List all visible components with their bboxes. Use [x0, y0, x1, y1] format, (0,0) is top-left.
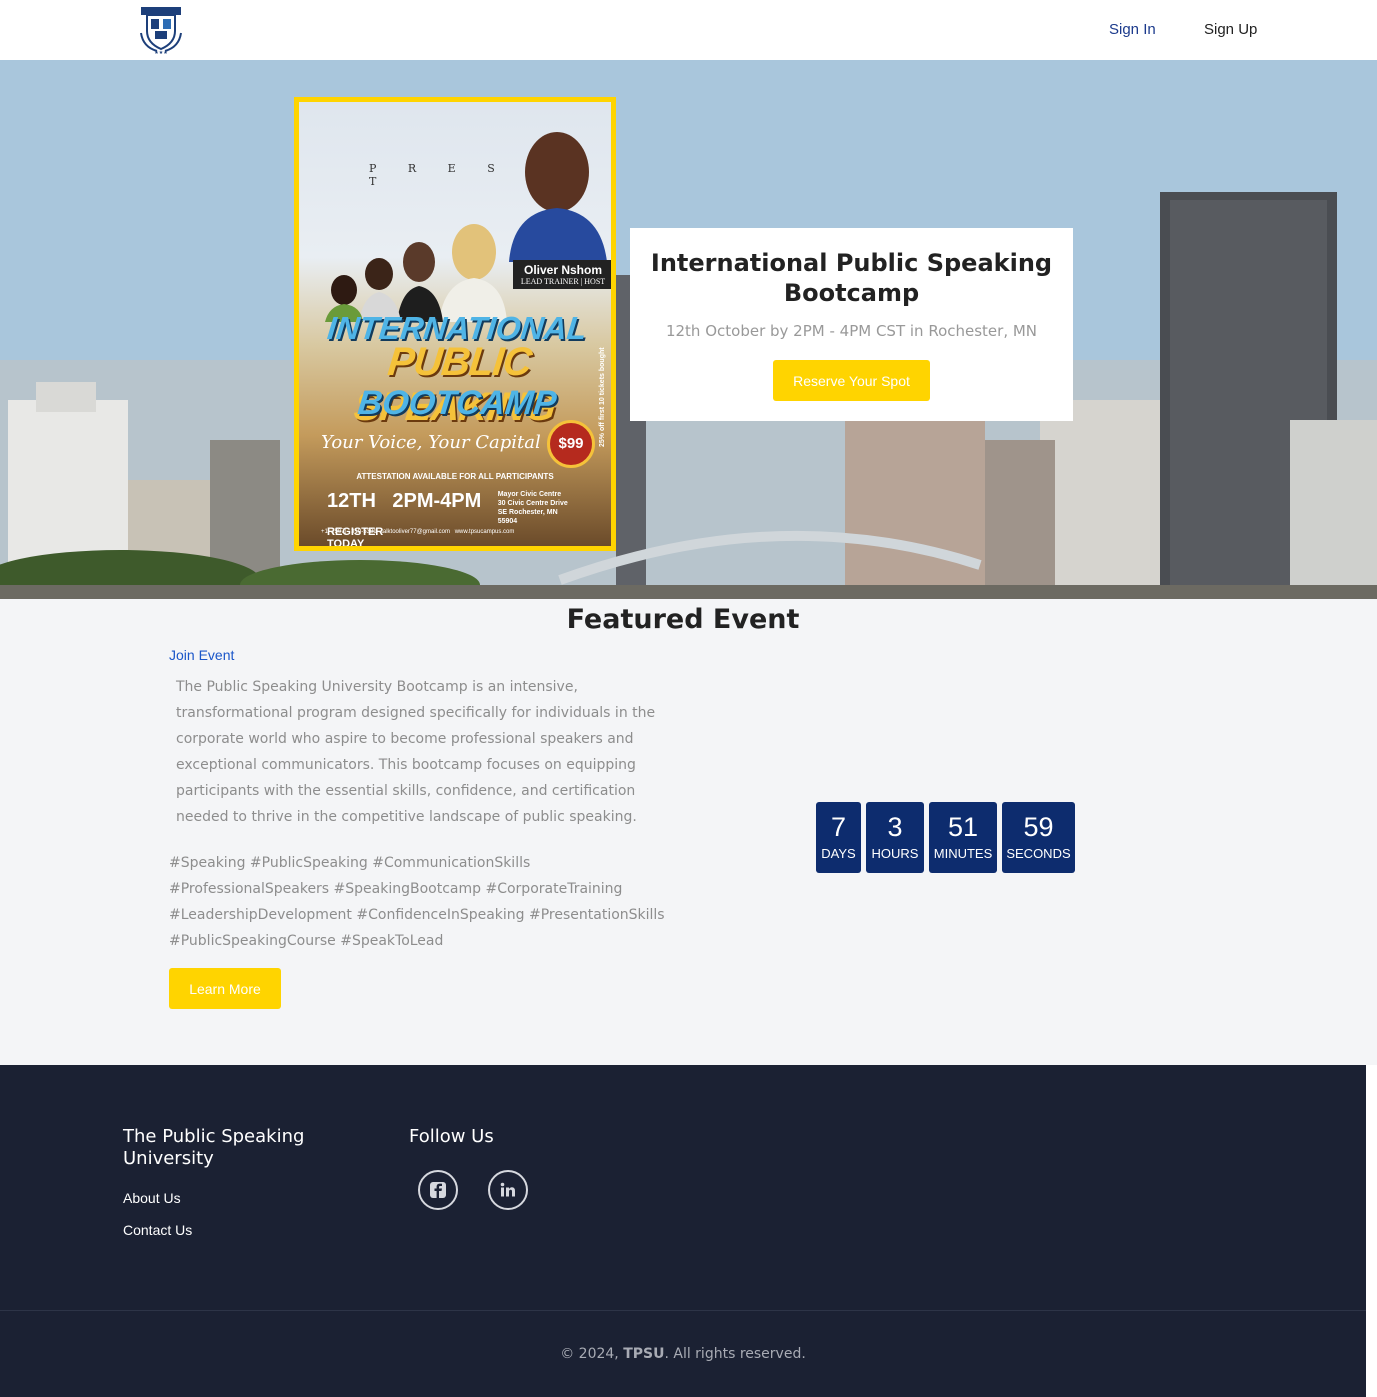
contact-us-link[interactable]: Contact Us — [123, 1222, 192, 1238]
poster-price-badge: $99 — [547, 420, 595, 468]
poster-date: 12TH — [327, 490, 376, 512]
poster-title-line-3: BOOTCAMP — [355, 384, 559, 422]
poster-website: www.tpsucampus.com — [454, 529, 515, 535]
site-footer: The Public Speaking University About Us … — [0, 1065, 1366, 1397]
countdown-seconds-label: SECONDS — [1006, 846, 1071, 861]
countdown-minutes: 51 MINUTES — [929, 802, 997, 873]
poster-email: talktooliver77@gmail.com — [381, 529, 451, 535]
countdown-days-label: DAYS — [821, 846, 856, 861]
poster-attestation: ATTESTATION AVAILABLE FOR ALL PARTICIPAN… — [356, 472, 554, 481]
sign-in-link[interactable]: Sign In — [1109, 21, 1156, 38]
poster-guest-speakers — [325, 224, 507, 322]
top-navbar: ★★★ Sign In Sign Up — [0, 0, 1377, 60]
svg-text:★★★: ★★★ — [154, 50, 168, 55]
event-title: International Public Speaking Bootcamp — [650, 249, 1053, 307]
poster-details-row: 12TH 2PM-4PM Mayor Civic Centre 30 Civic… — [327, 490, 611, 546]
learn-more-button[interactable]: Learn More — [169, 968, 281, 1009]
poster-tagline: Your Voice, Your Capital — [321, 432, 541, 453]
join-event-link[interactable]: Join Event — [169, 647, 234, 663]
copyright-prefix: © 2024, — [560, 1346, 624, 1362]
countdown-days: 7 DAYS — [816, 802, 861, 873]
countdown-hours-value: 3 — [887, 812, 903, 842]
countdown-days-value: 7 — [830, 812, 847, 842]
facebook-icon[interactable] — [418, 1170, 458, 1210]
poster-contact-line: +1 (507) 319-5381 talktooliver77@gmail.c… — [321, 529, 514, 535]
follow-us-heading: Follow Us — [409, 1126, 494, 1147]
reserve-spot-button[interactable]: Reserve Your Spot — [773, 360, 930, 401]
poster-phone: +1 (507) 319-5381 — [321, 529, 377, 535]
linkedin-icon[interactable] — [488, 1170, 528, 1210]
university-crest-icon[interactable]: ★★★ — [135, 3, 187, 56]
event-poster-image: P R E S E N T Oliver Nshom LEAD TRAINER … — [294, 97, 616, 551]
copyright-text: © 2024, TPSU. All rights reserved. — [0, 1346, 1366, 1362]
hero-banner: P R E S E N T Oliver Nshom LEAD TRAINER … — [0, 60, 1377, 599]
countdown-minutes-value: 51 — [947, 812, 979, 842]
copyright-brand: TPSU — [623, 1346, 665, 1362]
page-edge-strip — [1366, 1065, 1377, 1397]
event-description: The Public Speaking University Bootcamp … — [176, 679, 656, 825]
copyright-suffix: . All rights reserved. — [664, 1346, 806, 1362]
poster-host-name: Oliver Nshom — [523, 263, 603, 277]
countdown-hours: 3 HOURS — [866, 802, 924, 873]
poster-host-role: LEAD TRAINER | HOST — [520, 277, 606, 286]
countdown-seconds: 59 SECONDS — [1002, 802, 1075, 873]
event-hashtags: #Speaking #PublicSpeaking #Communication… — [169, 855, 665, 949]
about-us-link[interactable]: About Us — [123, 1190, 181, 1206]
poster-host-badge: Oliver Nshom LEAD TRAINER | HOST — [513, 260, 611, 289]
poster-speaker-portrait — [509, 132, 607, 262]
event-date: 12th October by 2PM - 4PM CST in Rochest… — [665, 322, 1038, 340]
hero-event-card: International Public Speaking Bootcamp 1… — [630, 228, 1073, 421]
footer-brand: The Public Speaking University — [123, 1126, 305, 1169]
countdown-timer: 7 DAYS 3 HOURS 51 MINUTES 59 SECONDS — [816, 802, 1075, 873]
countdown-seconds-value: 59 — [1023, 812, 1054, 842]
sign-up-link[interactable]: Sign Up — [1204, 21, 1257, 38]
poster-time: 2PM-4PM — [392, 490, 482, 512]
featured-event-heading: Featured Event — [566, 604, 800, 635]
poster-side-note: 25% off first 10 tickets bought — [599, 347, 606, 447]
countdown-hours-label: HOURS — [871, 846, 919, 861]
countdown-minutes-label: MINUTES — [933, 846, 993, 861]
poster-venue: Mayor Civic Centre 30 Civic Centre Drive… — [497, 491, 568, 525]
footer-divider — [0, 1310, 1366, 1311]
